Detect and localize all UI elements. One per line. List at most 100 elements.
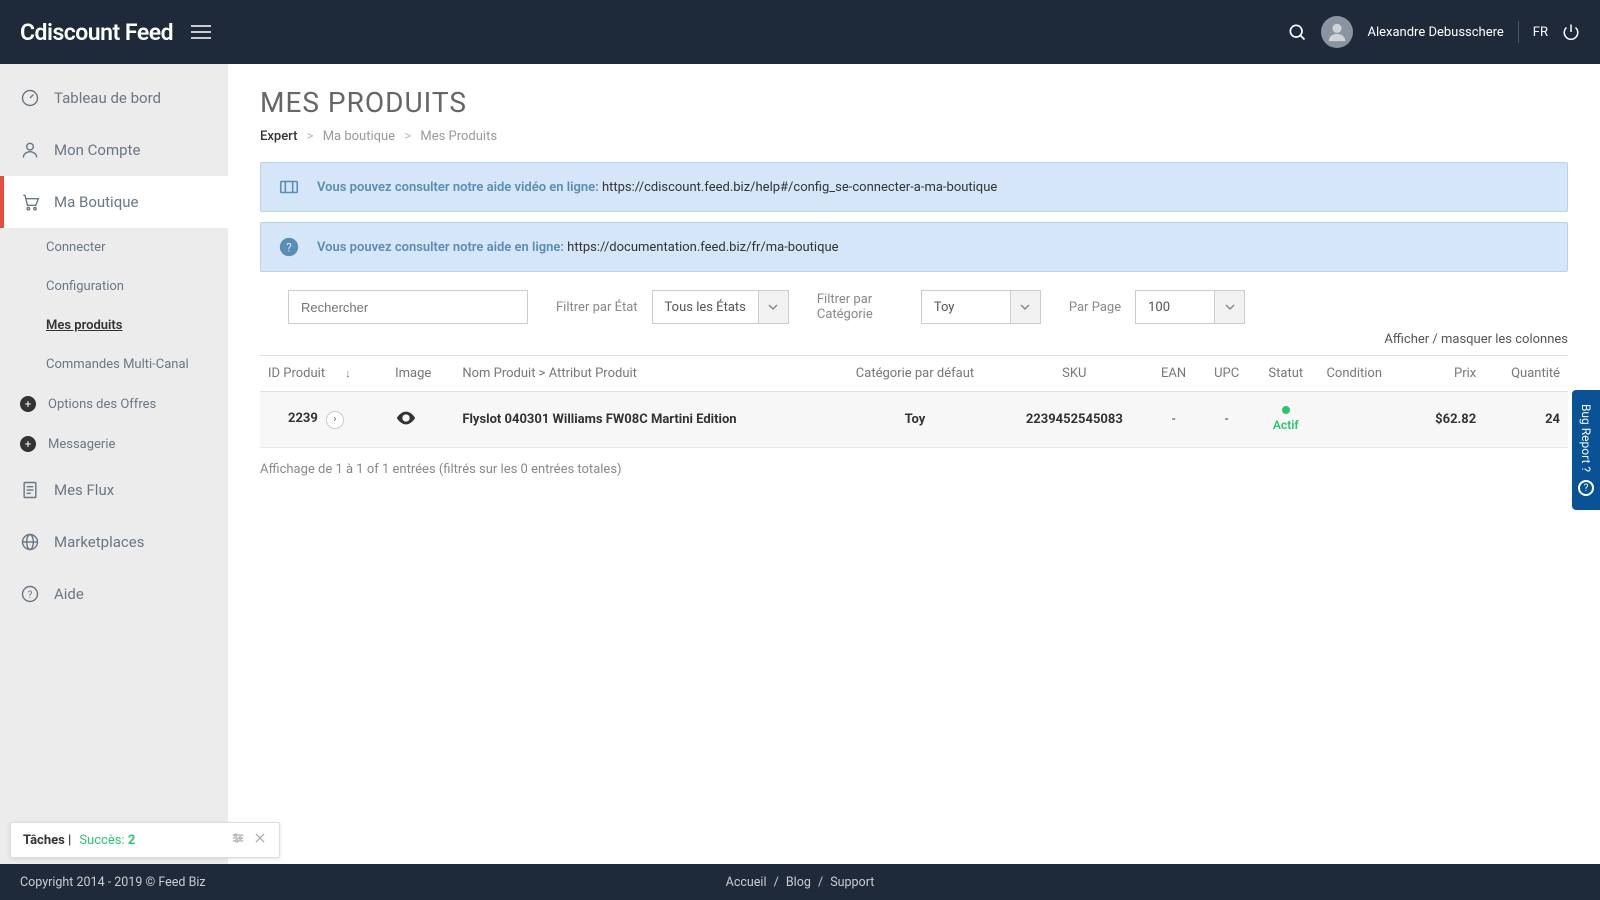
col-id[interactable]: ID Produit↓ (260, 356, 387, 392)
svg-text:?: ? (286, 241, 292, 255)
menu-toggle-icon[interactable] (191, 25, 211, 39)
col-upc[interactable]: UPC (1200, 356, 1253, 392)
eye-icon[interactable] (395, 407, 417, 429)
cell-qty: 24 (1484, 392, 1568, 448)
divider (1518, 21, 1519, 43)
col-name[interactable]: Nom Produit > Attribut Produit (454, 356, 828, 392)
cell-id: 2239› (260, 392, 387, 448)
svg-text:?: ? (28, 590, 33, 601)
sidebar-item-label: Tableau de bord (54, 89, 161, 107)
footer: Copyright 2014 - 2019 © Feed Biz Accueil… (0, 864, 1600, 900)
logout-icon[interactable] (1562, 23, 1580, 41)
filter-state-label: Filtrer par État (556, 300, 638, 315)
breadcrumb-item[interactable]: Expert (260, 129, 297, 144)
sidebar-sub-options[interactable]: + Options des Offres (0, 384, 228, 424)
help-circle-icon: ? (1578, 480, 1594, 496)
sidebar-sub-label: Options des Offres (48, 397, 156, 412)
sidebar-sub-label: Messagerie (48, 437, 115, 452)
filter-category-label: Filtrer par Catégorie (817, 292, 907, 322)
chevron-right-icon: > (307, 129, 314, 144)
select-value: Tous les États (653, 300, 758, 315)
col-status[interactable]: Statut (1253, 356, 1318, 392)
col-qty[interactable]: Quantité (1484, 356, 1568, 392)
breadcrumb-item[interactable]: Ma boutique (323, 129, 395, 144)
search-icon[interactable] (1287, 22, 1307, 42)
help-circle-icon: ? (275, 233, 303, 261)
select-value: 100 (1136, 300, 1214, 315)
perpage-select[interactable]: 100 (1135, 290, 1245, 324)
sidebar-item-boutique[interactable]: Ma Boutique (0, 176, 228, 228)
chevron-down-icon (1010, 291, 1040, 323)
plus-icon: + (20, 436, 36, 452)
video-icon (275, 173, 303, 201)
globe-icon (20, 532, 40, 552)
tasks-success-label: Succès: (79, 833, 124, 848)
sidebar-sub-mesproduits[interactable]: Mes produits (0, 306, 228, 345)
chevron-right-icon: > (404, 129, 411, 144)
sidebar-item-dashboard[interactable]: Tableau de bord (0, 72, 228, 124)
banner-prefix: Vous pouvez consulter notre aide en lign… (317, 240, 567, 255)
logo[interactable]: Cdiscount Feed (20, 19, 173, 46)
sidebar-item-account[interactable]: Mon Compte (0, 124, 228, 176)
cell-sku: 2239452545083 (1002, 392, 1148, 448)
language-selector[interactable]: FR (1533, 25, 1548, 40)
footer-link-blog[interactable]: Blog (786, 875, 811, 890)
sidebar-sub-messagerie[interactable]: + Messagerie (0, 424, 228, 464)
col-category[interactable]: Catégorie par défaut (828, 356, 1001, 392)
filters-row: Filtrer par État Tous les États Filtrer … (260, 290, 1568, 324)
sidebar-item-label: Mes Flux (54, 481, 114, 499)
filter-state-select[interactable]: Tous les États (652, 290, 789, 324)
banner-prefix: Vous pouvez consulter notre aide vidéo e… (317, 180, 602, 195)
select-value: Toy (922, 300, 1010, 315)
banner-link[interactable]: https://cdiscount.feed.biz/help#/config_… (602, 180, 997, 195)
doc-help-banner: ? Vous pouvez consulter notre aide en li… (260, 222, 1568, 272)
col-image[interactable]: Image (387, 356, 454, 392)
footer-link-accueil[interactable]: Accueil (726, 875, 767, 890)
col-sku[interactable]: SKU (1002, 356, 1148, 392)
settings-lines-icon[interactable] (231, 831, 245, 849)
cell-name: Flyslot 040301 Williams FW08C Martini Ed… (454, 392, 828, 448)
cell-condition (1318, 392, 1410, 448)
plus-icon: + (20, 396, 36, 412)
main-content: MES PRODUITS Expert > Ma boutique > Mes … (228, 64, 1600, 864)
avatar[interactable] (1321, 16, 1353, 48)
document-icon (20, 480, 40, 500)
username[interactable]: Alexandre Debusschere (1367, 25, 1503, 40)
sidebar-sub-connecter[interactable]: Connecter (0, 228, 228, 267)
filter-category-select[interactable]: Toy (921, 290, 1041, 324)
sort-down-icon: ↓ (345, 367, 351, 380)
gauge-icon (20, 88, 40, 108)
cell-status: Actif (1253, 392, 1318, 448)
tasks-label: Tâches | (23, 833, 71, 848)
bug-report-tab[interactable]: Bug Report ? ? (1572, 390, 1600, 510)
sidebar: Tableau de bord Mon Compte Ma Boutique C… (0, 64, 228, 864)
footer-links: Accueil / Blog / Support (722, 875, 879, 890)
sidebar-item-label: Ma Boutique (54, 193, 138, 211)
sidebar-sub-commandes[interactable]: Commandes Multi-Canal (0, 345, 228, 384)
footer-link-support[interactable]: Support (830, 875, 874, 890)
col-condition[interactable]: Condition (1318, 356, 1410, 392)
close-icon[interactable] (253, 831, 267, 849)
tasks-bar[interactable]: Tâches | Succès: 2 (10, 822, 280, 858)
chevron-down-icon (758, 291, 788, 323)
col-price[interactable]: Prix (1411, 356, 1485, 392)
chevron-down-icon (1214, 291, 1244, 323)
status-dot-icon (1282, 406, 1290, 414)
col-ean[interactable]: EAN (1147, 356, 1200, 392)
sidebar-item-aide[interactable]: ? Aide (0, 568, 228, 620)
cell-price: $62.82 (1411, 392, 1485, 448)
expand-row-button[interactable]: › (326, 411, 344, 429)
columns-toggle-link[interactable]: Afficher / masquer les colonnes (260, 332, 1568, 347)
breadcrumb: Expert > Ma boutique > Mes Produits (260, 129, 1568, 144)
table-row[interactable]: 2239› Flyslot 040301 Williams FW08C Mart… (260, 392, 1568, 448)
banner-link[interactable]: https://documentation.feed.biz/fr/ma-bou… (567, 240, 838, 255)
sidebar-item-flux[interactable]: Mes Flux (0, 464, 228, 516)
page-title: MES PRODUITS (260, 86, 1568, 119)
video-help-banner: Vous pouvez consulter notre aide vidéo e… (260, 162, 1568, 212)
breadcrumb-item: Mes Produits (420, 129, 497, 144)
sidebar-sub-configuration[interactable]: Configuration (0, 267, 228, 306)
sidebar-item-label: Marketplaces (54, 533, 144, 551)
search-input[interactable] (288, 290, 528, 324)
sidebar-item-marketplaces[interactable]: Marketplaces (0, 516, 228, 568)
footer-copyright: Copyright 2014 - 2019 © Feed Biz (20, 875, 206, 890)
